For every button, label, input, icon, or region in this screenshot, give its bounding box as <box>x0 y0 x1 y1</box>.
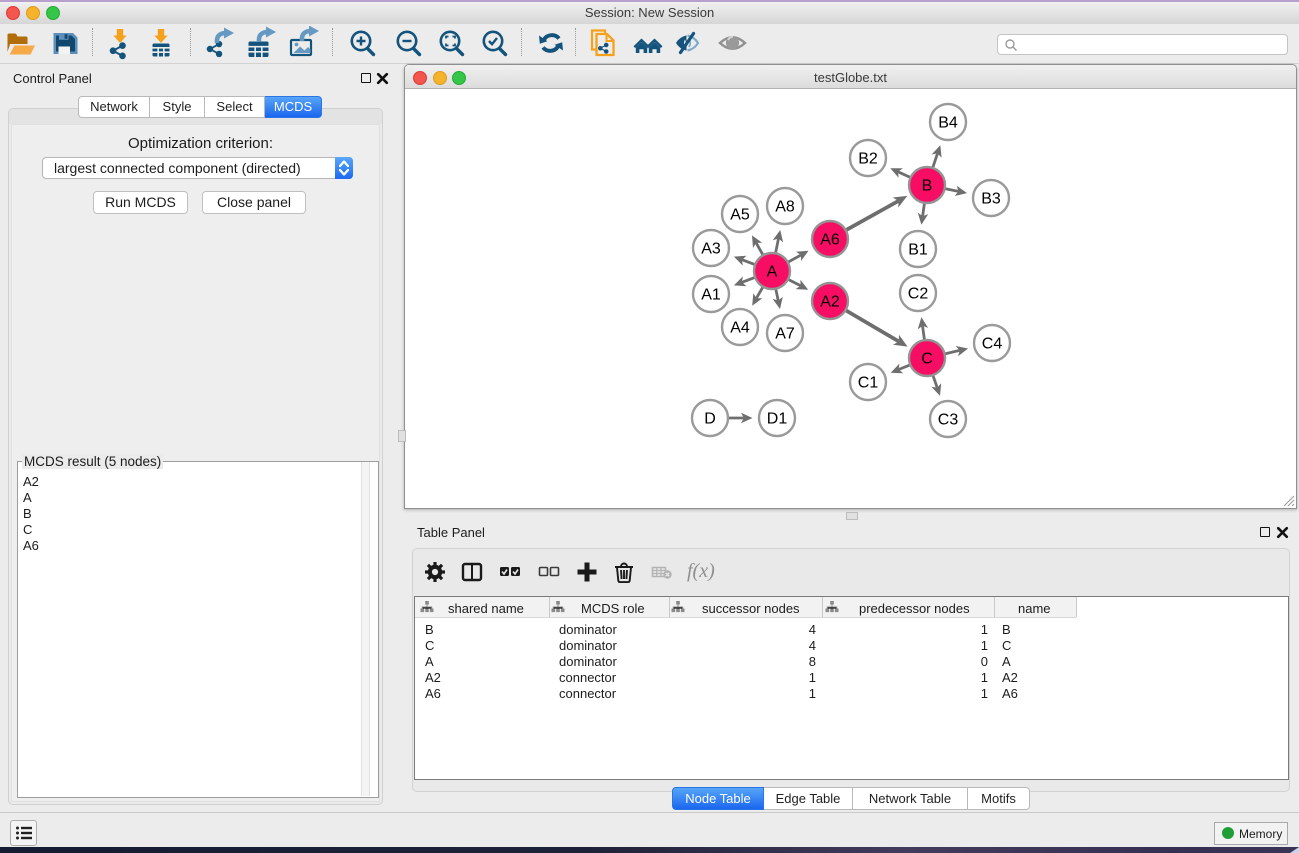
svg-text:D: D <box>704 411 716 428</box>
svg-text:B3: B3 <box>981 191 1001 208</box>
svg-text:A: A <box>767 264 778 281</box>
svg-text:B: B <box>922 178 933 195</box>
svg-text:A3: A3 <box>701 241 721 258</box>
svg-text:B1: B1 <box>908 242 928 259</box>
svg-text:B4: B4 <box>938 115 958 132</box>
svg-text:A7: A7 <box>775 326 795 343</box>
svg-text:A8: A8 <box>775 199 795 216</box>
svg-text:D1: D1 <box>767 411 788 428</box>
svg-text:C1: C1 <box>858 375 879 392</box>
svg-text:C: C <box>921 351 933 368</box>
svg-text:B2: B2 <box>858 151 878 168</box>
svg-text:C4: C4 <box>982 336 1003 353</box>
svg-text:A6: A6 <box>820 232 840 249</box>
svg-text:A1: A1 <box>701 287 721 304</box>
svg-text:A2: A2 <box>820 294 840 311</box>
svg-text:C3: C3 <box>938 412 959 429</box>
svg-text:A4: A4 <box>730 320 750 337</box>
svg-text:C2: C2 <box>908 286 929 303</box>
svg-text:A5: A5 <box>730 207 750 224</box>
